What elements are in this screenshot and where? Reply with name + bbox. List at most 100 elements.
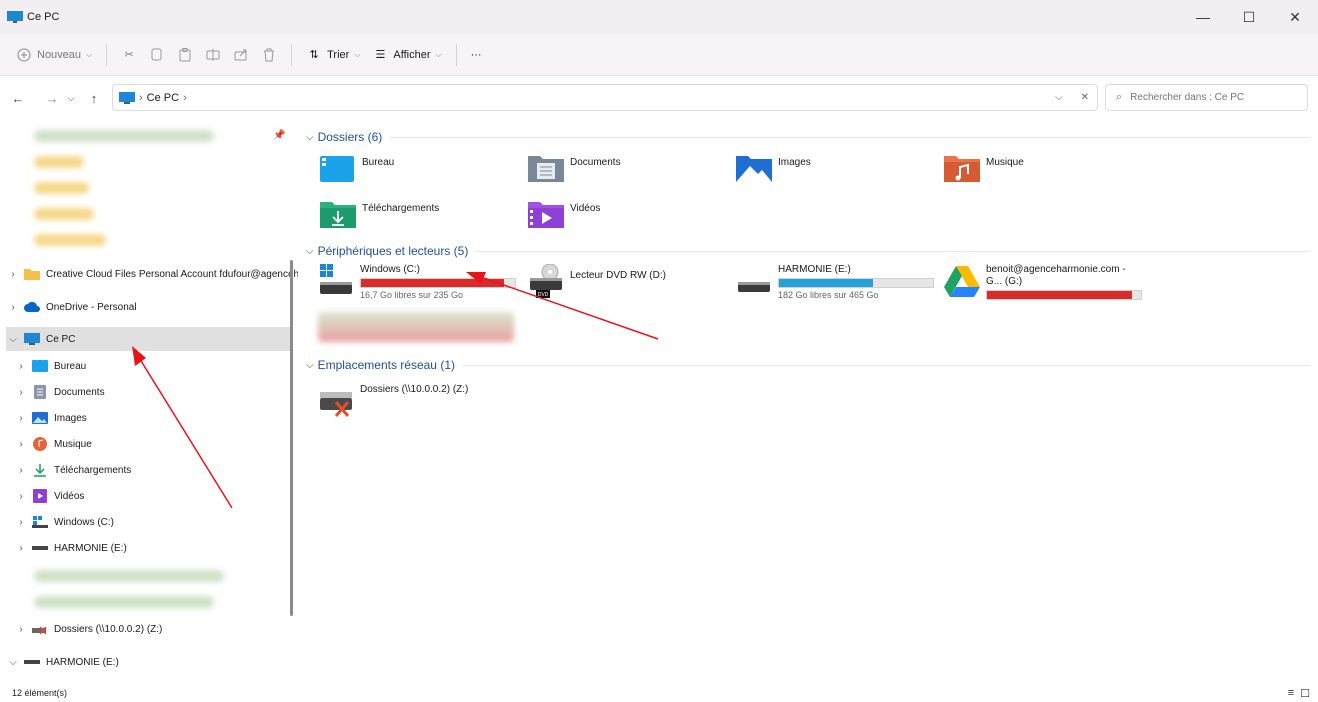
folder-tile-bureau[interactable]: Bureau (320, 154, 394, 184)
new-button[interactable]: Nouveau ⌵ (10, 40, 98, 70)
network-tile-z[interactable]: Dossiers (\\10.0.0.2) (Z:) (318, 384, 468, 418)
details-view-icon[interactable]: ≡ (1288, 687, 1294, 700)
nav-label: Windows (C:) (54, 516, 115, 528)
delete-button[interactable] (255, 40, 283, 70)
nav-item-ce-pc[interactable]: ⌵ Ce PC (6, 327, 292, 351)
nav-label: Vidéos (54, 490, 85, 502)
nav-label: Bureau (54, 360, 87, 372)
group-title: Périphériques et lecteurs (5) (317, 244, 469, 258)
folder-tile-documents[interactable]: Documents (528, 154, 621, 184)
nav-item-windows-c[interactable]: › Windows (C:) (14, 510, 114, 534)
view-button[interactable]: ☰ Afficher ⌵ (366, 40, 447, 70)
nav-label: HARMONIE (E:) (54, 542, 127, 554)
drive-tile-dvd[interactable]: DVD Lecteur DVD RW (D:) (528, 264, 666, 298)
nav-label: Musique (54, 438, 92, 450)
recent-chevron-icon[interactable]: ⌵ (64, 86, 78, 110)
chevron-down-icon[interactable]: ⌵ (6, 334, 20, 345)
close-button[interactable]: ✕ (1272, 0, 1318, 34)
nav-label: Documents (54, 386, 105, 398)
chevron-down-icon[interactable]: ⌵ (6, 657, 20, 668)
chevron-right-icon[interactable]: › (6, 269, 20, 280)
history-dropdown-icon[interactable]: ⌵ (1055, 92, 1063, 103)
chevron-right-icon[interactable]: › (14, 517, 28, 528)
chevron-down-icon[interactable]: ⌵ (306, 132, 314, 143)
folder-tile-telechargements[interactable]: Téléchargements (320, 200, 439, 230)
nav-item-images[interactable]: › Images (14, 406, 87, 430)
drive-tile-e[interactable]: HARMONIE (E:) 182 Go libres sur 465 Go (736, 264, 934, 300)
nav-item-bureau[interactable]: › Bureau (14, 354, 86, 378)
maximize-button[interactable]: ☐ (1226, 0, 1272, 34)
drive-name: Lecteur DVD RW (D:) (570, 270, 666, 281)
drive-usage-fill (779, 279, 873, 287)
chevron-right-icon[interactable]: › (14, 543, 28, 554)
search-box[interactable]: ⌕ (1105, 84, 1308, 111)
group-header-network[interactable]: ⌵ Emplacements réseau (1) (306, 358, 1310, 372)
video-folder-icon (528, 202, 564, 228)
tiles-view-icon[interactable]: ☐ (1300, 687, 1310, 700)
search-input[interactable] (1130, 92, 1291, 103)
forward-arrow-icon[interactable]: → (40, 86, 64, 110)
view-list-icon: ☰ (375, 49, 386, 61)
nav-item-harmonie-root[interactable]: ⌵ HARMONIE (E:) (6, 650, 119, 674)
nav-item-network-z[interactable]: › Dossiers (\\10.0.0.2) (Z:) (14, 617, 162, 641)
drive-name: HARMONIE (E:) (778, 264, 851, 275)
share-button[interactable] (227, 40, 255, 70)
chevron-down-icon: ⌵ (354, 49, 361, 59)
nav-item-onedrive[interactable]: › OneDrive - Personal (6, 295, 136, 319)
drive-tile-g[interactable]: benoit@agenceharmonie.com - G... (G:) (944, 264, 1142, 300)
folder-label: Téléchargements (362, 203, 440, 214)
group-header-devices[interactable]: ⌵ Périphériques et lecteurs (5) (306, 244, 1310, 258)
desktop-folder-icon (320, 156, 354, 182)
nav-item-creative-cloud[interactable]: › Creative Cloud Files Personal Account … (6, 262, 298, 286)
trash-icon (261, 47, 277, 63)
drive-name: Windows (C:) (360, 264, 421, 275)
folder-tile-images[interactable]: Images (736, 154, 811, 184)
music-icon (32, 437, 48, 451)
chevron-down-icon[interactable]: ⌵ (306, 360, 314, 371)
sort-button[interactable]: ⇅ Trier ⌵ (300, 40, 366, 70)
chevron-right-icon[interactable]: › (14, 413, 28, 424)
folder-label: Bureau (362, 157, 395, 168)
folder-label: Images (778, 157, 811, 168)
image-icon (32, 411, 48, 425)
download-folder-icon (320, 202, 356, 228)
chevron-right-icon[interactable]: › (14, 361, 28, 372)
nav-item-documents[interactable]: › Documents (14, 380, 105, 404)
group-header-folders[interactable]: ⌵ Dossiers (6) (306, 130, 1310, 144)
document-icon (32, 385, 48, 399)
up-arrow-icon[interactable]: ↑ (82, 86, 106, 110)
nav-item-harmonie-e[interactable]: › HARMONIE (E:) (14, 536, 127, 560)
pin-icon[interactable]: 📌 (273, 130, 285, 141)
copy-button[interactable] (143, 40, 171, 70)
chevron-right-icon[interactable]: › (14, 439, 28, 450)
breadcrumb-ce-pc[interactable]: Ce PC (147, 92, 179, 104)
nav-item-telechargements[interactable]: › Téléchargements (14, 458, 131, 482)
chevron-right-icon[interactable]: › (14, 465, 28, 476)
status-bar: 12 élément(s) ≡ ☐ (0, 684, 1318, 702)
nav-item-musique[interactable]: › Musique (14, 432, 92, 456)
nav-scrollbar[interactable] (290, 260, 293, 616)
chevron-right-icon[interactable]: › (14, 624, 28, 635)
address-field[interactable]: › Ce PC › ⌵ ✕ (112, 84, 1098, 111)
folder-tile-musique[interactable]: Musique (944, 154, 1024, 184)
more-options-button[interactable]: ··· (465, 40, 488, 70)
blurred-item (34, 208, 94, 220)
chevron-right-icon[interactable]: › (6, 302, 20, 313)
folder-tile-videos[interactable]: Vidéos (528, 200, 600, 230)
breadcrumb-chevron-icon[interactable]: › (183, 92, 187, 104)
rename-button[interactable] (199, 40, 227, 70)
cut-button[interactable]: ✂ (115, 40, 143, 70)
chevron-down-icon[interactable]: ⌵ (306, 246, 314, 257)
view-toggles: ≡ ☐ (1288, 687, 1310, 700)
chevron-right-icon[interactable]: › (14, 387, 28, 398)
clear-address-icon[interactable]: ✕ (1081, 92, 1089, 103)
minimize-button[interactable]: — (1180, 0, 1226, 34)
monitor-icon (7, 11, 23, 23)
back-arrow-icon[interactable]: ← (6, 86, 30, 110)
paste-button[interactable] (171, 40, 199, 70)
drive-tile-c[interactable]: Windows (C:) 16,7 Go libres sur 235 Go (318, 264, 516, 300)
cloud-icon (24, 300, 40, 314)
chevron-right-icon[interactable]: › (14, 491, 28, 502)
nav-label: Ce PC (46, 333, 76, 345)
nav-item-videos[interactable]: › Vidéos (14, 484, 84, 508)
